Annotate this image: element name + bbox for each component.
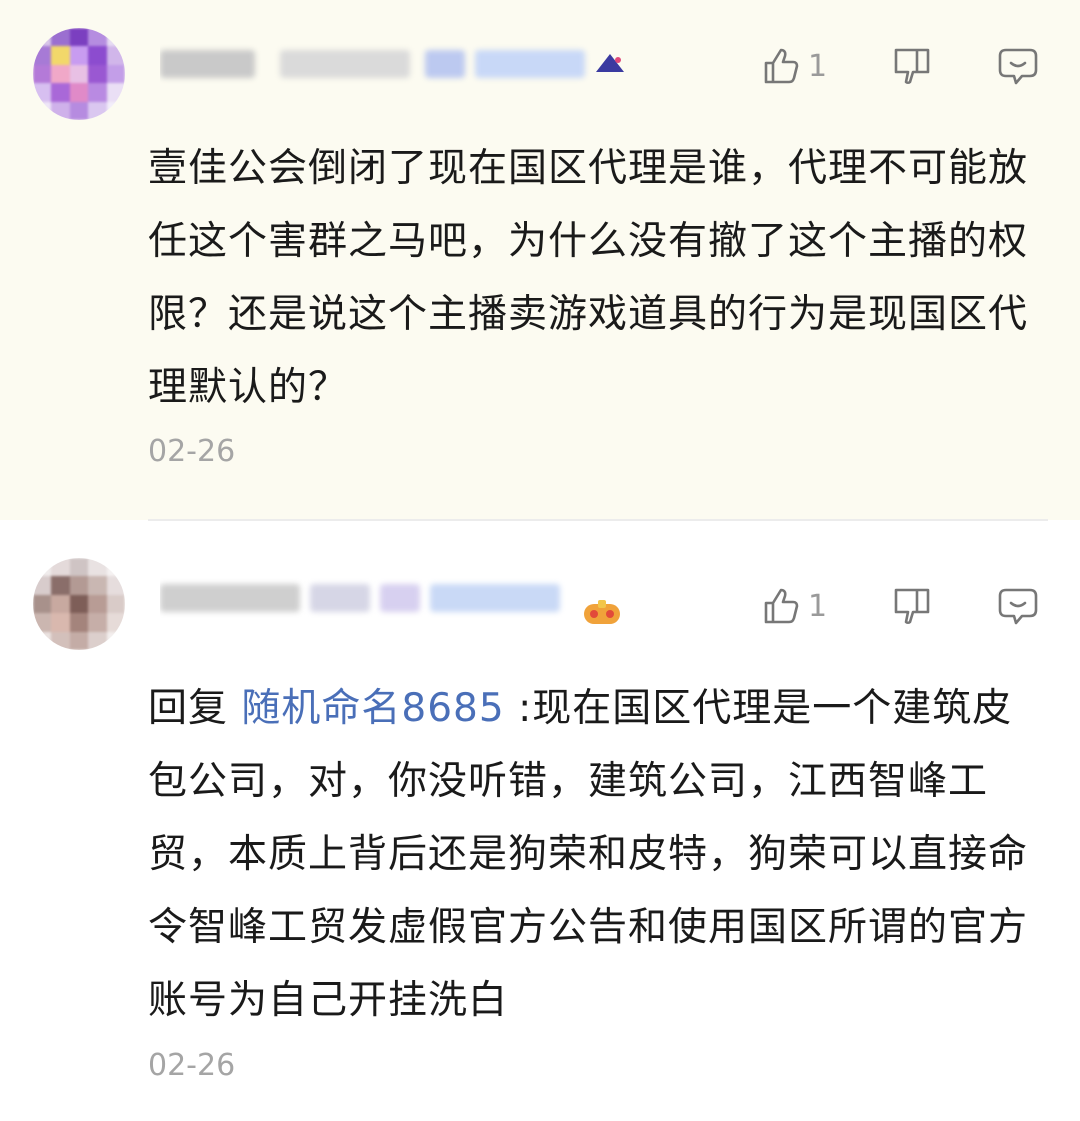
thumb-up-icon xyxy=(764,48,799,84)
comment-item: 1 壹佳公会倒闭了现在国区代理是谁，代理不可能放任这个害群之马吧，为什么没有撤了… xyxy=(0,0,1080,520)
username[interactable] xyxy=(160,44,640,84)
divider xyxy=(148,519,1048,521)
user-badge-icon xyxy=(592,50,628,78)
avatar[interactable] xyxy=(33,558,125,650)
comment-text: 壹佳公会倒闭了现在国区代理是谁，代理不可能放任这个害群之马吧，为什么没有撤了这个… xyxy=(148,146,1029,410)
reply-button[interactable] xyxy=(996,44,1040,88)
like-button[interactable]: 1 xyxy=(758,44,828,88)
thumb-up-icon xyxy=(764,588,799,624)
like-count: 1 xyxy=(808,588,828,624)
avatar[interactable] xyxy=(33,28,125,120)
user-badge-icon xyxy=(578,594,626,630)
comment-date: 02-26 xyxy=(148,434,236,469)
dislike-button[interactable] xyxy=(890,44,934,88)
comment-bubble-icon xyxy=(998,48,1038,85)
comment-date: 02-26 xyxy=(148,1048,236,1083)
thumb-down-icon xyxy=(894,588,930,625)
comment-bubble-icon xyxy=(998,588,1038,625)
username[interactable] xyxy=(160,578,630,618)
comment-item: 1 回复 随机命名8685 :现在国区代理是一个建筑皮包公司，对，你没听错，建筑… xyxy=(0,522,1080,1121)
reply-button[interactable] xyxy=(996,584,1040,628)
comment-text: 回复 随机命名8685 :现在国区代理是一个建筑皮包公司，对，你没听错，建筑公司… xyxy=(148,672,1048,1037)
like-count: 1 xyxy=(808,48,828,84)
thumb-down-icon xyxy=(894,48,930,85)
reply-mention-link[interactable]: 随机命名8685 xyxy=(241,686,504,731)
like-button[interactable]: 1 xyxy=(758,584,828,628)
dislike-button[interactable] xyxy=(890,584,934,628)
reply-text: :现在国区代理是一个建筑皮包公司，对，你没听错，建筑公司，江西智峰工贸，本质上背… xyxy=(148,686,1029,1023)
reply-prefix: 回复 xyxy=(148,686,242,731)
